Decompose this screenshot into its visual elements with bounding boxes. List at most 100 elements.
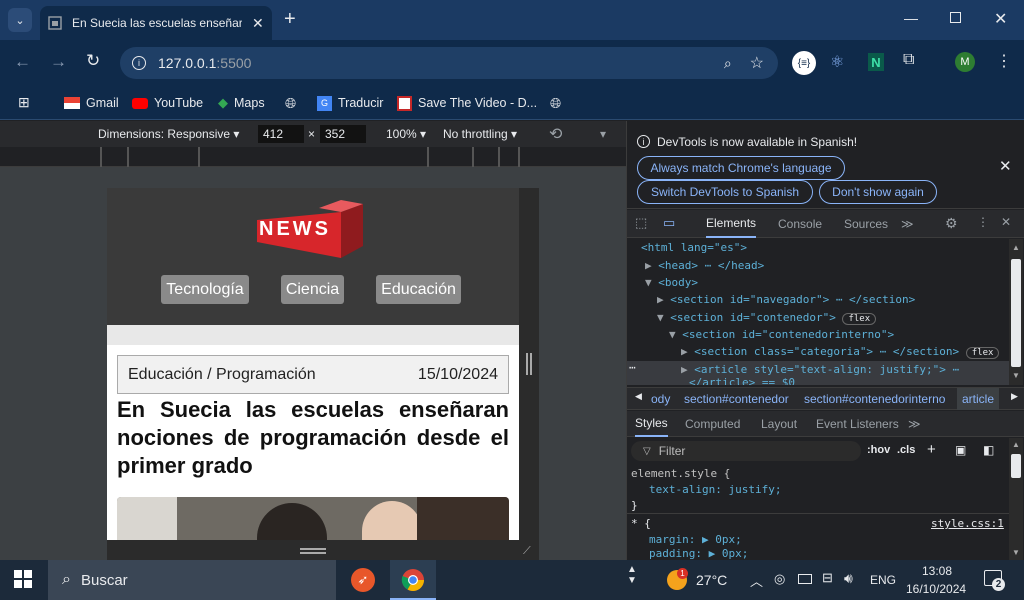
tab-sources[interactable]: Sources <box>844 210 888 238</box>
reload-icon[interactable]: ↻ <box>86 51 100 71</box>
crumb-right-icon[interactable]: ▶ <box>1011 391 1018 402</box>
bookmark-youtube[interactable]: YouTube <box>132 92 203 114</box>
dom-node-navegador[interactable]: ▶ <section id="navegador"> ⋯ </section> <box>657 293 915 306</box>
profile-avatar[interactable]: M <box>955 52 975 72</box>
styles-scrollbar[interactable]: ▲ ▼ <box>1009 438 1023 560</box>
rule-padding[interactable]: padding: ▶ 0px; <box>649 547 748 560</box>
apps-grid-icon[interactable]: ⊞ <box>18 94 30 111</box>
flex-badge[interactable]: flex <box>965 347 1000 359</box>
react-devtools-icon[interactable]: ⚛ <box>830 52 844 72</box>
tab-styles[interactable]: Styles <box>635 411 668 437</box>
zoom-search-icon[interactable]: ⌕ <box>724 55 732 72</box>
hov-button[interactable]: :hov <box>867 444 890 456</box>
throttling-dropdown[interactable]: No throttling ▾ <box>443 127 517 141</box>
rule-source-link[interactable]: style.css:1 <box>931 517 1004 530</box>
tab-search-button[interactable]: ⌄ <box>8 8 32 32</box>
crumb-contenedorinterno[interactable]: section#contenedorinterno <box>804 392 945 406</box>
new-tab-icon[interactable]: + <box>284 8 296 31</box>
rule-text-align[interactable]: text-align: justify; <box>649 483 781 496</box>
nav-ciencia[interactable]: Ciencia <box>281 275 344 304</box>
more-tabs-icon[interactable]: ≫ <box>901 210 914 238</box>
app-icon-chrome[interactable] <box>390 560 436 600</box>
devtools-menu-icon[interactable]: ⋮ <box>977 215 989 229</box>
close-devtools-icon[interactable]: ✕ <box>1001 215 1011 229</box>
app-icon-rocket[interactable]: ➶ <box>351 568 375 592</box>
forward-icon[interactable]: → <box>50 52 67 72</box>
dom-node-categoria[interactable]: ▶ <section class="categoria"> ⋯ </sectio… <box>681 345 1000 359</box>
menu-kebab-icon[interactable]: ⋮ <box>996 51 1012 71</box>
dont-show-again-button[interactable]: Don't show again <box>819 180 937 204</box>
tab-elements[interactable]: Elements <box>706 210 757 238</box>
nav-educacion[interactable]: Educación <box>376 275 461 304</box>
crumb-contenedor[interactable]: section#contenedor <box>684 392 789 406</box>
clock-time[interactable]: 13:08 <box>922 564 952 578</box>
extensions-icon[interactable]: ⧉ <box>903 51 914 69</box>
bookmark-globe-2[interactable]: 🌐︎ <box>550 92 561 114</box>
bookmark-gmail[interactable]: Gmail <box>64 92 119 114</box>
rotate-icon[interactable]: ⟲ <box>549 124 562 144</box>
dom-node-body[interactable]: ▼ <body> <box>645 276 698 289</box>
device-toggle-icon[interactable]: ▭ <box>663 215 675 231</box>
nav-tecnologia[interactable]: Tecnología <box>161 275 249 304</box>
dom-scrollbar[interactable]: ▲ ▼ <box>1009 239 1023 385</box>
width-input[interactable]: 412 <box>258 125 304 143</box>
webcam-icon[interactable]: ◎ <box>774 571 785 587</box>
rule-margin[interactable]: margin: ▶ 0px; <box>649 533 742 546</box>
zoom-dropdown[interactable]: 100% ▾ <box>386 127 426 141</box>
weather-temp[interactable]: 27°C <box>696 572 727 588</box>
browser-tab[interactable]: En Suecia las escuelas enseñara ✕ <box>40 6 272 40</box>
crumb-article[interactable]: article <box>957 388 1000 410</box>
news-logo[interactable]: NEWS <box>255 196 365 258</box>
dimensions-dropdown[interactable]: Dimensions: Responsive ▾ <box>98 127 239 141</box>
height-input[interactable]: 352 <box>320 125 366 143</box>
resize-handle-bottom[interactable]: ⟋ <box>107 540 539 560</box>
windows-start-icon[interactable] <box>14 570 32 588</box>
restore-icon[interactable] <box>950 12 961 23</box>
network-icon[interactable]: ⊟ <box>822 570 833 586</box>
tab-computed[interactable]: Computed <box>685 411 740 437</box>
close-tab-icon[interactable]: ✕ <box>252 15 264 32</box>
bookmark-maps[interactable]: ◆ Maps <box>218 92 265 114</box>
sidebar-toggle-icon[interactable]: ◧ <box>983 443 994 457</box>
crumb-body[interactable]: ody <box>651 392 670 406</box>
dom-node-head[interactable]: ▶ <head> ⋯ </head> <box>645 259 764 272</box>
minimize-icon[interactable]: — <box>904 10 918 26</box>
chevron-up-icon[interactable]: ▲ ▼ <box>627 564 637 586</box>
bookmark-savethevideo[interactable]: Save The Video - D... <box>397 92 537 114</box>
battery-icon[interactable] <box>798 574 812 584</box>
tab-event-listeners[interactable]: Event Listeners <box>816 411 899 437</box>
tab-console[interactable]: Console <box>778 210 822 238</box>
volume-icon[interactable]: 🔊︎ <box>844 570 853 587</box>
puzzle-extension-icon[interactable]: {≡} <box>792 51 816 75</box>
switch-to-spanish-button[interactable]: Switch DevTools to Spanish <box>637 180 813 204</box>
more-style-tabs-icon[interactable]: ≫ <box>908 411 921 437</box>
taskbar-search[interactable]: ⌕ Buscar <box>48 560 336 600</box>
filter-input[interactable]: ▽ Filter <box>631 441 861 461</box>
bookmark-traducir[interactable]: G Traducir <box>317 92 383 114</box>
site-info-icon[interactable]: i <box>132 56 146 70</box>
tab-layout[interactable]: Layout <box>761 411 797 437</box>
dom-node-contenedorinterno[interactable]: ▼ <section id="contenedorinterno"> <box>669 328 894 341</box>
paint-icon[interactable]: ▣ <box>955 443 966 457</box>
inspect-element-icon[interactable]: ⬚ <box>635 215 647 231</box>
close-window-icon[interactable]: ✕ <box>994 9 1007 29</box>
more-options-icon[interactable]: ▾ <box>600 127 606 141</box>
dom-node-html[interactable]: <html lang="es"> <box>641 241 747 254</box>
clock-date[interactable]: 16/10/2024 <box>906 582 966 596</box>
flex-badge[interactable]: flex <box>842 313 877 325</box>
dom-node-article-selected[interactable]: ⋯ ▶ <article style="text-align: justify;… <box>627 361 1009 385</box>
bookmark-globe[interactable]: 🌐︎ <box>285 92 296 114</box>
bookmark-star-icon[interactable]: ☆ <box>750 53 764 73</box>
match-language-button[interactable]: Always match Chrome's language <box>637 156 845 180</box>
close-banner-icon[interactable]: ✕ <box>999 157 1012 175</box>
address-bar[interactable]: i 127.0.0.1:5500 ⌕ ☆ <box>120 47 778 79</box>
n-extension-icon[interactable]: N <box>868 53 884 71</box>
crumb-left-icon[interactable]: ◀ <box>635 391 642 402</box>
input-language[interactable]: ENG <box>870 573 896 587</box>
new-rule-icon[interactable]: + <box>927 441 936 458</box>
resize-handle-right[interactable] <box>519 188 539 540</box>
cls-button[interactable]: .cls <box>897 444 915 456</box>
back-icon[interactable]: ← <box>14 52 31 72</box>
dom-node-contenedor[interactable]: ▼ <section id="contenedor"> flex <box>657 311 877 325</box>
settings-gear-icon[interactable]: ⚙ <box>945 215 958 232</box>
